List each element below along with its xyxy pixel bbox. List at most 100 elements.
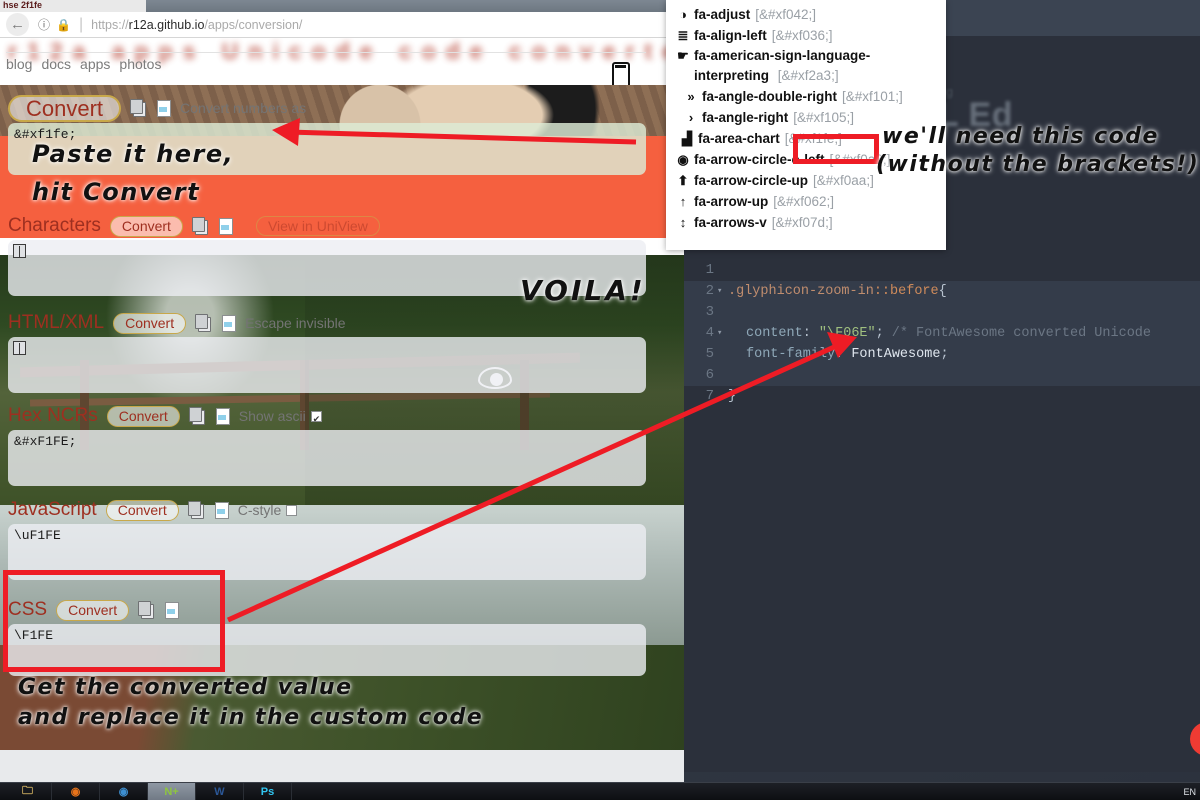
fa-item-code: [&#xf0aa;]: [813, 173, 874, 188]
copy-icon[interactable]: [187, 501, 205, 519]
copy-icon[interactable]: [195, 314, 212, 332]
taskbar-item-firefox[interactable]: ◉: [52, 782, 100, 800]
taskbar-item-explorer[interactable]: 🗀: [4, 782, 52, 800]
javascript-value[interactable]: \uF1FE: [14, 528, 61, 543]
fa-item-name: fa-arrows-v: [694, 215, 767, 230]
converter-row-title: JavaScript: [8, 499, 97, 520]
copy-icon[interactable]: [188, 407, 206, 425]
annotation-get-value-line2: and replace it in the custom code: [18, 705, 484, 730]
annotation-paste-here-line1: Paste it here,: [32, 140, 235, 168]
fa-item-name: fa-align-left: [694, 28, 767, 43]
fa-align-left-icon: ≣: [677, 28, 689, 43]
fa-arrow-circle-up-icon: ⬆: [677, 173, 689, 188]
show-ascii-checkbox[interactable]: [310, 410, 322, 422]
fold-arrow-icon[interactable]: ▾: [717, 323, 722, 344]
windows-taskbar[interactable]: 🗀 ◉ ◉ N+ W Ps EN: [0, 782, 1200, 800]
code-line-list: 1 2 ▾ .glyphicon-zoom-in::before{ 3 4 ▾ …: [684, 260, 1200, 407]
annotation-need-code-line1: we'll need this code: [882, 124, 1159, 149]
css-property: content: [746, 326, 803, 341]
converter-row-header: Characters Convert View in UniView: [8, 213, 658, 239]
hex-ncrs-value[interactable]: &#xF1FE;: [14, 434, 76, 449]
notepad-plus-plus-icon: N+: [164, 785, 179, 798]
converter-row-html-xml[interactable]: HTML/XML Convert Escape invisible: [8, 310, 658, 393]
convert-button[interactable]: Convert: [106, 405, 180, 427]
fa-item-code: [&#xf036;]: [771, 28, 833, 43]
hex-ncrs-output-box[interactable]: &#xF1FE;: [8, 430, 646, 486]
mobile-phone-icon[interactable]: [612, 62, 630, 85]
fold-arrow-icon[interactable]: ▾: [717, 281, 722, 302]
file-icon[interactable]: [155, 99, 172, 117]
convert-button[interactable]: Convert: [109, 215, 183, 237]
converter-row-javascript[interactable]: JavaScript Convert C-style \uF1FE: [8, 497, 658, 580]
browser-url-bar[interactable]: ← ⓘ 🔒 | https://r12a.github.io/apps/conv…: [0, 12, 684, 38]
fa-list-item[interactable]: » fa-angle-double-right [&#xf101;]: [666, 86, 946, 107]
converter-row-header: Convert Convert numbers as: [8, 94, 658, 122]
c-style-checkbox[interactable]: [286, 504, 298, 516]
fa-american-sign-language-interpreting-icon: ☛: [677, 48, 689, 63]
info-icon[interactable]: ⓘ: [38, 16, 50, 33]
editor-code-area[interactable]: 1 2 ▾ .glyphicon-zoom-in::before{ 3 4 ▾ …: [684, 260, 1200, 440]
code-line[interactable]: 2 ▾ .glyphicon-zoom-in::before{: [684, 281, 1200, 302]
taskbar-item-word[interactable]: W: [196, 782, 244, 800]
code-line[interactable]: 3: [684, 302, 1200, 323]
html-xml-output-box[interactable]: [8, 337, 646, 393]
view-in-uniview-link[interactable]: View in UniView: [255, 216, 380, 236]
copy-icon[interactable]: [191, 217, 209, 235]
taskbar-item-internet-explorer[interactable]: ◉: [100, 782, 148, 800]
file-icon[interactable]: [220, 314, 237, 332]
converter-note: C-style: [237, 502, 282, 518]
convert-button[interactable]: Convert: [8, 94, 122, 122]
nav-link-apps[interactable]: apps: [80, 56, 110, 72]
fa-item-name: fa-adjust: [694, 7, 751, 22]
code-line[interactable]: 1: [684, 260, 1200, 281]
browser-tab[interactable]: hse 2f1fe: [0, 0, 146, 12]
nav-link-docs[interactable]: docs: [41, 56, 71, 72]
annotation-need-code-line2: (without the brackets!): [876, 152, 1200, 177]
converter-row-hex-ncrs[interactable]: Hex NCRs Convert Show ascii &#xF1FE;: [8, 403, 658, 486]
fa-adjust-icon: ◑: [679, 7, 687, 22]
convert-button[interactable]: Convert: [113, 312, 187, 334]
url-input[interactable]: https://r12a.github.io/apps/conversion/: [91, 18, 302, 32]
fa-list-item[interactable]: ◑ fa-adjust [&#xf042;]: [666, 4, 946, 25]
nav-link-photos[interactable]: photos: [119, 56, 161, 72]
url-scheme: https://: [91, 17, 129, 32]
annotation-get-value-line1: Get the converted value: [18, 675, 353, 700]
nav-link-blog[interactable]: blog: [6, 56, 32, 72]
file-icon[interactable]: [217, 217, 234, 235]
taskbar-item-notepad-plus-plus[interactable]: N+: [148, 782, 196, 800]
fa-list-item[interactable]: ☛ fa-american-sign-language-interpreting…: [666, 46, 946, 86]
lock-icon[interactable]: 🔒: [56, 18, 71, 32]
fa-item-code: [&#xf105;]: [793, 110, 855, 125]
line-number: 5: [705, 346, 714, 362]
browser-tabstrip[interactable]: hse 2f1fe: [0, 0, 684, 12]
code-line[interactable]: 5 font-family: FontAwesome;: [684, 344, 1200, 365]
convert-button[interactable]: Convert: [105, 499, 179, 521]
taskbar-language-indicator[interactable]: EN: [1183, 787, 1196, 797]
css-property: font-family: [746, 347, 836, 362]
firefox-icon: ◉: [70, 786, 81, 798]
css-open-brace: {: [938, 284, 947, 299]
css-font-value: FontAwesome: [851, 347, 941, 362]
photoshop-icon: Ps: [260, 785, 275, 798]
converter-row-header: Hex NCRs Convert Show ascii: [8, 403, 658, 429]
fa-list-item[interactable]: ↕ fa-arrows-v [&#xf07d;]: [666, 212, 946, 233]
fa-list-item[interactable]: ↑ fa-arrow-up [&#xf062;]: [666, 191, 946, 212]
file-icon[interactable]: [213, 501, 230, 519]
fa-area-chart-icon: ▟: [682, 131, 692, 146]
page-footer-fill: [0, 750, 684, 782]
converter-note: Show ascii: [238, 408, 306, 424]
back-arrow-icon[interactable]: ←: [6, 13, 29, 36]
code-line-text: content: "\F06E";/* FontAwesome converte…: [746, 323, 1151, 344]
code-line[interactable]: 4 ▾ content: "\F06E";/* FontAwesome conv…: [684, 323, 1200, 344]
screenshot-root: br-section mbr-section--no-padding n Unb…: [0, 0, 1200, 800]
fa-list-item[interactable]: ≣ fa-align-left [&#xf036;]: [666, 25, 946, 46]
code-line[interactable]: 6: [684, 365, 1200, 386]
site-nav[interactable]: blog docs apps photos: [6, 56, 170, 72]
code-line[interactable]: 7 }: [684, 386, 1200, 407]
file-icon[interactable]: [214, 407, 231, 425]
taskbar-item-photoshop[interactable]: Ps: [244, 782, 292, 800]
textarea-grip-icon: [13, 244, 26, 258]
copy-icon[interactable]: [130, 99, 147, 117]
fa-arrows-v-icon: ↕: [679, 215, 687, 230]
css-pseudo-element: ::before: [873, 284, 939, 299]
